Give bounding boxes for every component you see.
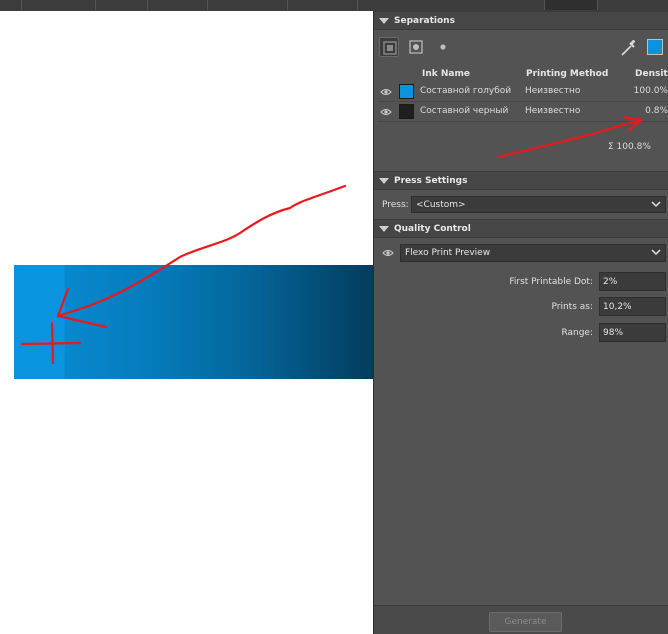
toolbar-segment xyxy=(288,0,358,10)
top-toolbar-strip xyxy=(0,0,668,11)
toolbar-segment xyxy=(22,0,96,10)
separations-panel: Separations Ink Name Printing Method Den… xyxy=(373,11,668,634)
toolbar-segment xyxy=(208,0,288,10)
toolbar-tab[interactable] xyxy=(545,0,598,10)
toolbar-segment xyxy=(148,0,208,10)
toolbar-segment xyxy=(373,0,545,10)
toolbar-segment xyxy=(0,0,22,10)
document-canvas[interactable] xyxy=(0,11,373,634)
red-annotation-arrow-panel xyxy=(496,115,644,159)
cyan-gradient-swatch[interactable] xyxy=(14,265,373,379)
toolbar-segment xyxy=(96,0,148,10)
